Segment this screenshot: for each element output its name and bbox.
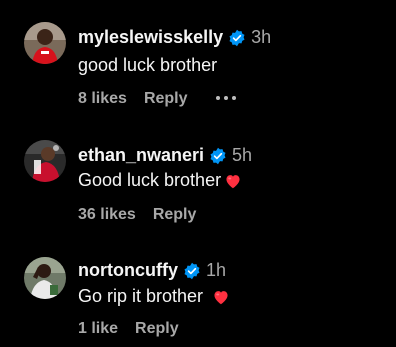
username-row: myleslewisskelly 3h [78,27,271,48]
likes-count[interactable]: 1 like [78,320,118,338]
heart-emoji-icon [212,289,230,305]
comment-actions: 36 likes Reply [78,206,196,224]
comment-body: Go rip it brother [78,286,204,306]
more-options-icon[interactable] [216,96,236,100]
username-row: ethan_nwaneri 5h [78,145,252,166]
verified-badge-icon [183,262,201,280]
heart-emoji-icon [224,173,242,189]
comment-text: Good luck brother [78,170,242,191]
comment-actions: 1 like Reply [78,320,179,338]
comment-text: good luck brother [78,55,217,76]
reply-button[interactable]: Reply [135,320,179,338]
comment-actions: 8 likes Reply [78,90,188,108]
verified-badge-icon [209,147,227,165]
avatar[interactable] [24,257,66,299]
timestamp: 3h [251,27,272,47]
likes-count[interactable]: 36 likes [78,206,136,224]
verified-badge-icon [228,29,246,47]
username[interactable]: nortoncuffy [78,260,178,281]
username[interactable]: myleslewisskelly [78,27,223,48]
username-row: nortoncuffy 1h [78,260,226,281]
likes-count[interactable]: 8 likes [78,90,127,108]
avatar[interactable] [24,140,66,182]
reply-button[interactable]: Reply [144,90,188,108]
avatar[interactable] [24,22,66,64]
comment-body: Good luck brother [78,170,222,190]
timestamp: 1h [205,260,227,280]
reply-button[interactable]: Reply [153,206,197,224]
comment-body: good luck brother [78,55,218,75]
comment-text: Go rip it brother [78,286,230,307]
username[interactable]: ethan_nwaneri [78,145,204,166]
timestamp: 5h [232,145,253,165]
